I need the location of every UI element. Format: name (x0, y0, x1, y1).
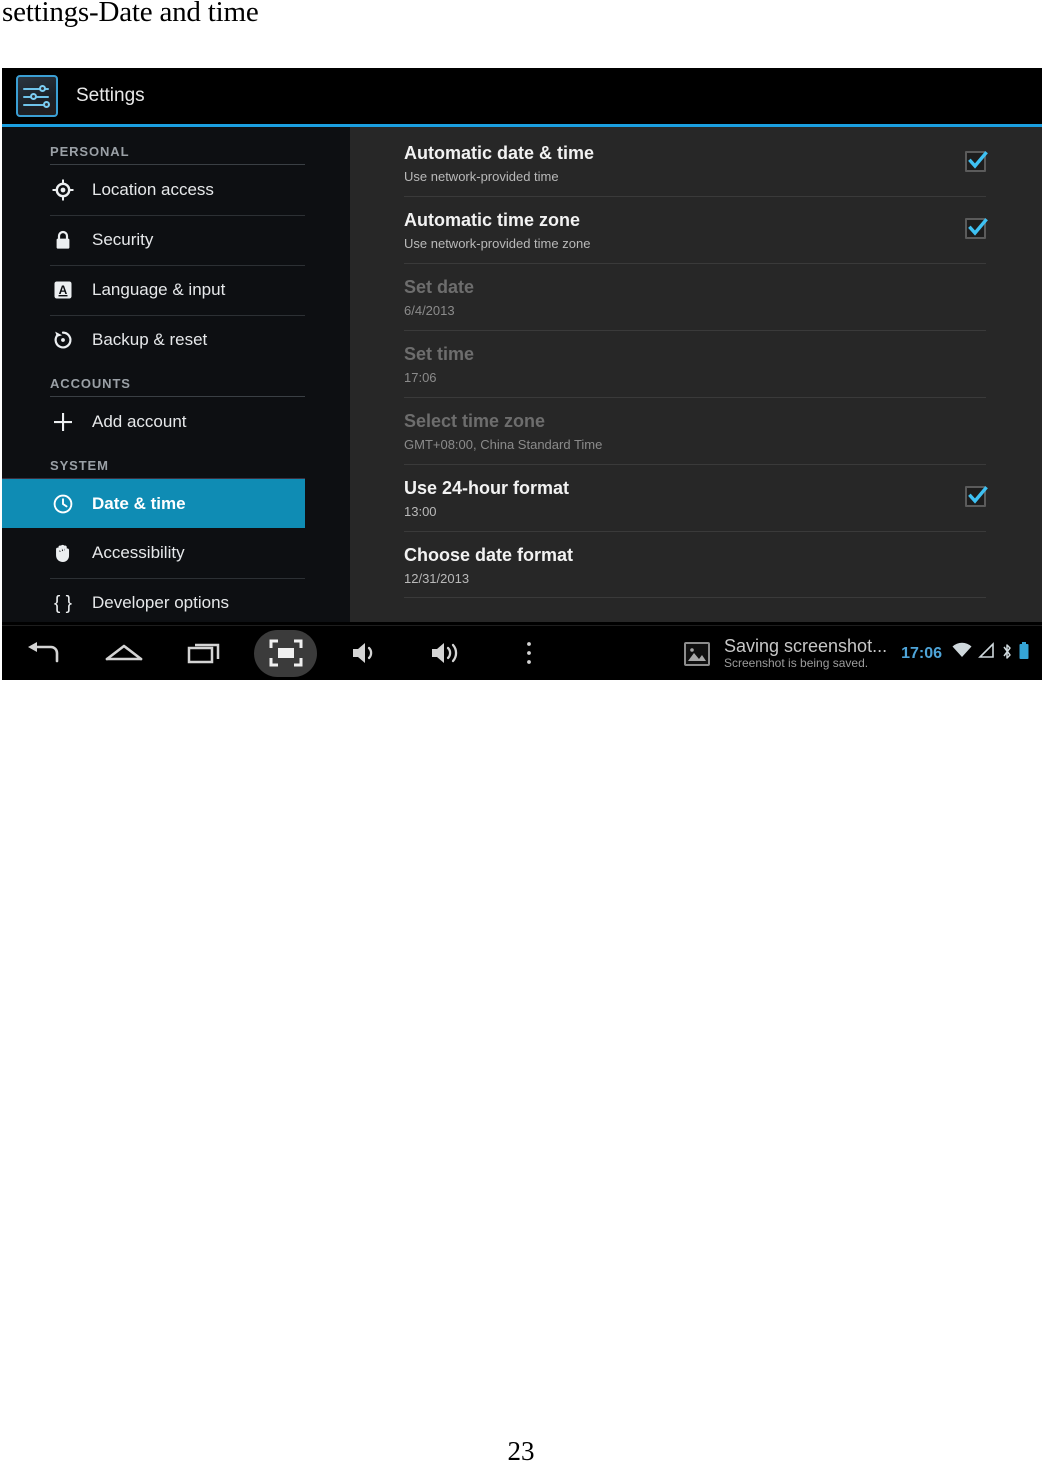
volume-up-icon[interactable] (407, 626, 488, 681)
sidebar-item-label: Developer options (92, 593, 230, 612)
sidebar-item-label: Add account (92, 412, 187, 431)
system-navigation-bar: Saving screenshot... Screenshot is being… (2, 625, 1042, 680)
device-screenshot: Settings PERSONAL Location access Securi… (2, 68, 1042, 680)
sidebar-item-label: Backup & reset (92, 330, 208, 349)
setting-row-set-date: Set date 6/4/2013 (350, 263, 1042, 330)
recents-icon[interactable] (164, 626, 245, 681)
location-crosshair-icon (50, 177, 76, 203)
signal-icon[interactable] (978, 642, 996, 665)
status-icons (951, 641, 1030, 666)
sidebar-group-header-personal: PERSONAL (50, 144, 130, 159)
divider (404, 597, 986, 598)
bluetooth-icon[interactable] (1001, 642, 1013, 666)
sidebar-item-label: Date & time (92, 493, 186, 513)
curly-braces-icon: { } (50, 590, 76, 616)
row-subtitle: 17:06 (404, 370, 437, 385)
row-subtitle: 13:00 (404, 504, 437, 519)
row-title: Set date (404, 277, 475, 297)
plus-icon (50, 409, 76, 435)
sidebar-item-label: Accessibility (92, 543, 185, 562)
sidebar-item-backup-reset[interactable]: Backup & reset (2, 315, 350, 365)
status-area: Saving screenshot... Screenshot is being… (683, 626, 1036, 680)
action-bar: Settings (2, 68, 1042, 124)
checkbox-automatic-date-time[interactable] (965, 151, 988, 172)
notification-subtitle: Screenshot is being saved. (723, 656, 869, 671)
overflow-menu-icon[interactable] (488, 626, 569, 681)
setting-row-automatic-date-time[interactable]: Automatic date & time Use network-provid… (350, 129, 1042, 196)
row-subtitle: 12/31/2013 (404, 571, 470, 586)
sidebar-item-security[interactable]: Security (2, 215, 350, 265)
sidebar-item-developer-options[interactable]: { } Developer options (2, 578, 350, 628)
sidebar-item-add-account[interactable]: Add account (2, 397, 350, 447)
row-title: Automatic date & time (404, 143, 595, 163)
page-caption: settings-Date and time (2, 0, 259, 28)
row-subtitle: Use network-provided time zone (404, 236, 591, 251)
row-title: Use 24-hour format (404, 478, 570, 498)
sidebar-item-label: Security (92, 230, 154, 249)
screenshot-icon[interactable] (245, 626, 326, 681)
sidebar-group-header-system: SYSTEM (50, 458, 109, 473)
status-clock[interactable]: 17:06 (901, 645, 942, 663)
sidebar-item-accessibility[interactable]: Accessibility (2, 528, 350, 578)
row-subtitle: GMT+08:00, China Standard Time (404, 437, 603, 452)
volume-down-icon[interactable] (326, 626, 407, 681)
wifi-icon[interactable] (951, 642, 973, 665)
restore-icon (50, 327, 76, 353)
sidebar-group-header-accounts: ACCOUNTS (50, 376, 131, 391)
setting-row-automatic-time-zone[interactable]: Automatic time zone Use network-provided… (350, 196, 1042, 263)
settings-sidebar: PERSONAL Location access Security A Lang… (2, 127, 350, 622)
sidebar-item-language-input[interactable]: A Language & input (2, 265, 350, 315)
image-icon[interactable] (683, 641, 710, 666)
setting-row-use-24-hour-format[interactable]: Use 24-hour format 13:00 (350, 464, 1042, 531)
home-icon[interactable] (83, 626, 164, 681)
svg-text:{ }: { } (54, 593, 72, 614)
checkbox-use-24-hour-format[interactable] (965, 486, 988, 507)
setting-row-set-time: Set time 17:06 (350, 330, 1042, 397)
settings-sliders-icon (16, 75, 58, 117)
row-title: Choose date format (404, 545, 574, 565)
checkbox-automatic-time-zone[interactable] (965, 218, 988, 239)
setting-row-choose-date-format[interactable]: Choose date format 12/31/2013 (350, 531, 1042, 598)
sidebar-item-label: Location access (92, 180, 214, 199)
setting-row-select-time-zone: Select time zone GMT+08:00, China Standa… (350, 397, 1042, 464)
back-icon[interactable] (2, 626, 83, 681)
row-subtitle: Use network-provided time (404, 169, 559, 184)
battery-icon[interactable] (1018, 641, 1030, 666)
language-a-icon: A (50, 277, 76, 303)
row-title: Automatic time zone (404, 210, 581, 230)
sidebar-item-label: Language & input (92, 280, 226, 299)
sidebar-item-date-time[interactable]: Date & time (2, 478, 305, 528)
date-time-settings-panel: Automatic date & time Use network-provid… (350, 127, 1042, 622)
notification-text[interactable]: Saving screenshot... Screenshot is being… (724, 637, 887, 669)
lock-icon (50, 227, 76, 253)
app-title: Settings (76, 85, 145, 106)
row-subtitle: 6/4/2013 (404, 303, 455, 318)
hand-icon (50, 540, 76, 566)
notification-title: Saving screenshot... (723, 636, 888, 657)
page-number: 23 (507, 1436, 535, 1466)
sidebar-item-location-access[interactable]: Location access (2, 165, 350, 215)
row-title: Set time (404, 344, 475, 364)
row-title: Select time zone (404, 411, 546, 431)
clock-icon (50, 491, 76, 517)
